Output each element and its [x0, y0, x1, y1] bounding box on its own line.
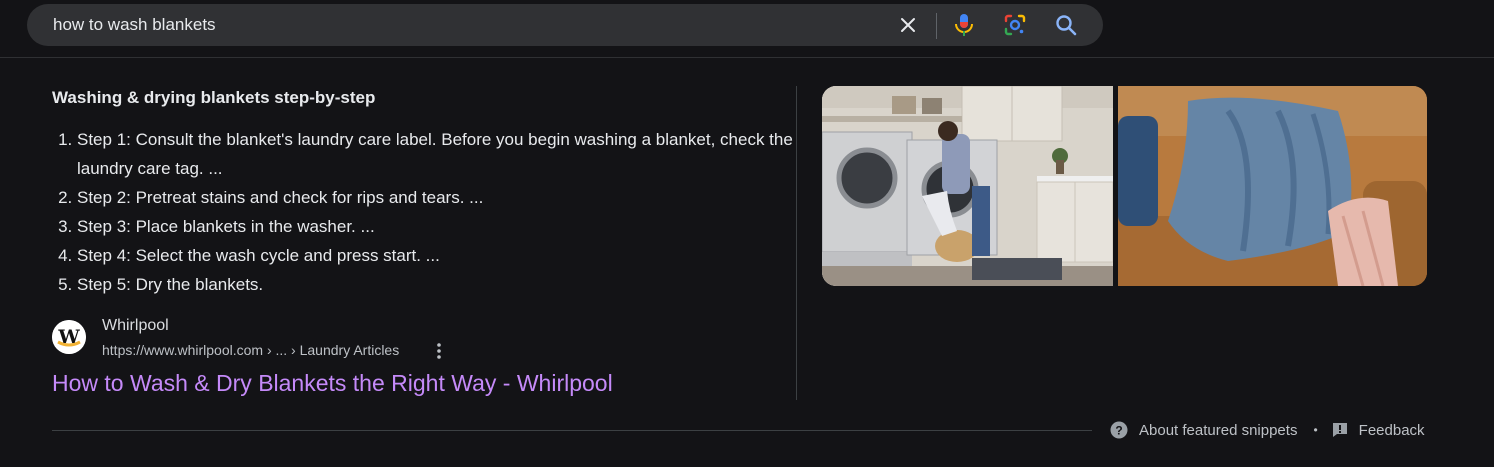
- steps-list: Step 1: Consult the blanket's laundry ca…: [52, 125, 797, 299]
- more-options-icon[interactable]: [434, 342, 444, 360]
- search-input[interactable]: how to wash blankets: [53, 15, 216, 35]
- top-bar: how to wash blankets: [0, 0, 1494, 58]
- search-divider: [936, 13, 937, 39]
- snippet-footer: ? About featured snippets • Feedback: [1110, 420, 1425, 440]
- list-item: Step 1: Consult the blanket's laundry ca…: [77, 125, 797, 183]
- snippet-images[interactable]: [822, 86, 1427, 286]
- column-divider: [796, 86, 797, 400]
- about-featured-snippets-link[interactable]: ? About featured snippets: [1110, 421, 1297, 439]
- snippet-title: Washing & drying blankets step-by-step: [52, 88, 376, 107]
- footer-separator: •: [1313, 423, 1318, 437]
- svg-text:?: ?: [1115, 424, 1122, 438]
- search-icon[interactable]: [1054, 13, 1078, 37]
- mic-icon[interactable]: [952, 13, 976, 37]
- lens-icon[interactable]: [1003, 13, 1027, 37]
- whirlpool-favicon: W: [52, 320, 86, 354]
- list-item: Step 5: Dry the blankets.: [77, 270, 797, 299]
- about-featured-snippets-label: About featured snippets: [1139, 421, 1298, 439]
- feedback-label: Feedback: [1358, 421, 1425, 439]
- source-url[interactable]: https://www.whirlpool.com › ... › Laundr…: [102, 342, 399, 358]
- list-item: Step 3: Place blankets in the washer. ..…: [77, 212, 797, 241]
- bottom-divider: [52, 430, 1092, 431]
- blanket-sofa-image[interactable]: [1118, 86, 1427, 286]
- favicon-letter: W: [57, 326, 80, 348]
- help-icon: ?: [1110, 421, 1128, 439]
- list-item: Step 2: Pretreat stains and check for ri…: [77, 183, 797, 212]
- feedback-icon: [1332, 423, 1347, 437]
- search-box[interactable]: how to wash blankets: [27, 4, 1103, 46]
- list-item: Step 4: Select the wash cycle and press …: [77, 241, 797, 270]
- feedback-link[interactable]: Feedback: [1332, 422, 1425, 439]
- close-icon[interactable]: [896, 13, 920, 37]
- laundry-room-image[interactable]: [822, 86, 1113, 286]
- source-name[interactable]: Whirlpool: [102, 317, 169, 335]
- result-title-link[interactable]: How to Wash & Dry Blankets the Right Way…: [52, 370, 613, 397]
